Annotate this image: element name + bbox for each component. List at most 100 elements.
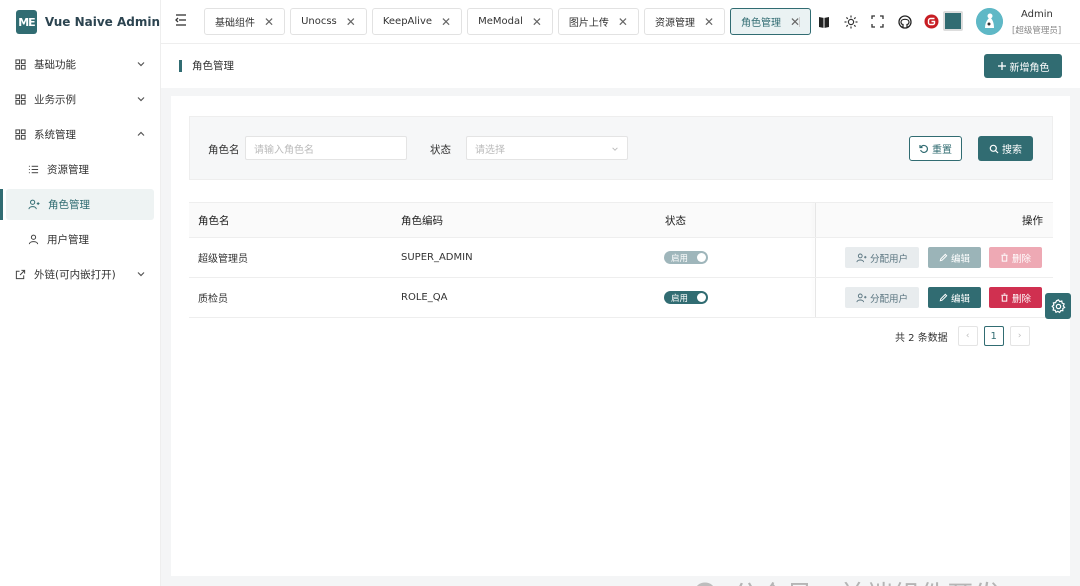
avatar[interactable] — [976, 8, 1003, 35]
user-role-icon — [28, 199, 40, 210]
logo[interactable]: ME Vue Naive Admin — [0, 0, 160, 44]
tab-unocss[interactable]: Unocss ✕ — [290, 8, 367, 35]
grid-icon — [15, 59, 26, 70]
logo-mark: ME — [16, 10, 37, 34]
close-icon[interactable]: ✕ — [618, 16, 628, 28]
delete-label: 删除 — [1011, 253, 1031, 265]
chevron-down-icon — [137, 62, 145, 67]
status-select[interactable]: 请选择 — [466, 136, 628, 160]
sidebar-item-roles[interactable]: 角色管理 — [0, 189, 154, 220]
tab-resources[interactable]: 资源管理 ✕ — [643, 8, 726, 35]
role-table: 角色名 角色编码 状态 操作 超级管理员 SUPER_ADMIN 启用 分配用户… — [189, 202, 1053, 318]
page-title: 角色管理 — [179, 60, 234, 72]
sidebar-item-label: 业务示例 — [34, 94, 76, 106]
assign-users-button[interactable]: 分配用户 — [845, 247, 919, 268]
watermark: 公众号 · 前端组件开发 — [694, 574, 1001, 586]
assign-users-button[interactable]: 分配用户 — [845, 287, 919, 308]
tab-label: 图片上传 — [568, 18, 609, 29]
book-icon[interactable] — [815, 13, 832, 30]
status-switch-label: 启用 — [671, 253, 689, 264]
fullscreen-icon[interactable] — [869, 13, 886, 30]
total-count: 共 2 条数据 — [895, 332, 948, 344]
sidebar-item-users[interactable]: 用户管理 — [6, 224, 154, 255]
reset-button[interactable]: 重置 — [909, 136, 962, 161]
tab-label: Unocss — [301, 16, 337, 27]
sun-icon[interactable] — [842, 13, 859, 30]
col-header-code: 角色编码 — [401, 214, 443, 227]
sidebar-item-label: 系统管理 — [34, 129, 76, 141]
assign-users-label: 分配用户 — [869, 293, 908, 305]
tab-bar: 基础组件 ✕ Unocss ✕ KeepAlive ✕ MeModal ✕ 图片上传 ✕ … — [204, 8, 812, 35]
status-switch[interactable]: 启用 — [664, 251, 708, 264]
page-header: 角色管理 新增角色 — [161, 44, 1080, 88]
add-role-button[interactable]: 新增角色 — [984, 54, 1062, 78]
close-icon[interactable]: ✕ — [264, 16, 274, 28]
user-icon — [28, 234, 39, 245]
plus-icon — [997, 62, 1006, 70]
app-title: Vue Naive Admin — [44, 15, 160, 29]
chevron-down-icon — [137, 97, 145, 102]
sidebar-item-system[interactable]: 系统管理 — [6, 119, 154, 150]
tab-label: 角色管理 — [741, 18, 782, 29]
theme-color-picker[interactable] — [943, 11, 963, 31]
prev-page-button[interactable]: ‹ — [957, 326, 978, 346]
user-add-icon — [856, 293, 867, 302]
tab-basic-components[interactable]: 基础组件 ✕ — [204, 8, 286, 35]
page-1-button[interactable]: 1 — [983, 326, 1004, 346]
settings-gear-icon[interactable] — [1045, 293, 1071, 319]
chevron-down-icon — [137, 272, 145, 277]
close-icon[interactable]: ✕ — [441, 16, 451, 28]
tab-label: 资源管理 — [654, 18, 695, 29]
trash-icon — [1001, 293, 1008, 302]
tab-label: 基础组件 — [215, 18, 255, 29]
edit-button[interactable]: 编辑 — [928, 287, 981, 308]
search-label: 搜索 — [1002, 145, 1022, 156]
edit-label: 编辑 — [950, 253, 970, 265]
switch-knob — [697, 293, 706, 302]
pagination: 共 2 条数据 ‹ 1 › — [895, 326, 1030, 346]
edit-button[interactable]: 编辑 — [928, 247, 981, 268]
trash-icon — [1001, 253, 1008, 262]
grid-icon — [15, 129, 26, 140]
fixed-column-divider — [815, 203, 816, 237]
cell-role-code: SUPER_ADMIN — [401, 252, 473, 263]
sidebar-item-external[interactable]: 外链(可内嵌打开) — [6, 259, 154, 290]
status-switch[interactable]: 启用 — [664, 291, 708, 304]
tab-memodal[interactable]: MeModal ✕ — [467, 8, 553, 35]
main-content: 角色管理 新增角色 角色名 请输入角色名 状态 请选择 重置 搜索 角色名 角色… — [161, 44, 1080, 586]
gitee-icon[interactable] — [923, 13, 940, 30]
delete-label: 删除 — [1011, 293, 1031, 305]
col-header-name: 角色名 — [198, 214, 230, 227]
close-icon[interactable]: ✕ — [704, 16, 714, 28]
user-name[interactable]: Admin — [1021, 9, 1053, 20]
sidebar-item-basic[interactable]: 基础功能 — [6, 49, 154, 80]
switch-knob — [697, 253, 706, 262]
chevron-up-icon — [137, 131, 145, 136]
close-icon[interactable]: ✕ — [346, 16, 356, 28]
chevron-down-icon — [612, 147, 618, 151]
role-name-label: 角色名 — [208, 144, 240, 156]
tab-label: MeModal — [478, 16, 523, 27]
table-row: 超级管理员 SUPER_ADMIN 启用 分配用户 编辑 删除 — [189, 238, 1053, 278]
close-icon[interactable]: ✕ — [532, 16, 542, 28]
reset-label: 重置 — [932, 145, 952, 156]
assign-users-label: 分配用户 — [869, 253, 908, 265]
sidebar-item-resources[interactable]: 资源管理 — [6, 154, 154, 185]
header-divider — [799, 17, 800, 27]
next-page-button[interactable]: › — [1009, 326, 1030, 346]
delete-button[interactable]: 删除 — [989, 287, 1042, 308]
github-icon[interactable] — [896, 13, 913, 30]
search-button[interactable]: 搜索 — [978, 136, 1033, 161]
delete-button[interactable]: 删除 — [989, 247, 1042, 268]
sidebar-item-business[interactable]: 业务示例 — [6, 84, 154, 115]
search-form: 角色名 请输入角色名 状态 请选择 重置 搜索 — [189, 116, 1053, 180]
tab-keepalive[interactable]: KeepAlive ✕ — [371, 8, 463, 35]
watermark-text: 公众号 · 前端组件开发 — [732, 574, 1001, 586]
app-root: ME Vue Naive Admin 基础功能 业务示例 系统管理 资源管理 角… — [0, 0, 1080, 586]
grid-icon — [15, 94, 26, 105]
menu-fold-icon[interactable] — [173, 12, 189, 32]
tab-image-upload[interactable]: 图片上传 ✕ — [557, 8, 639, 35]
status-select-placeholder: 请选择 — [475, 144, 505, 156]
cell-status: 启用 — [664, 238, 708, 277]
role-name-input[interactable]: 请输入角色名 — [245, 136, 407, 160]
